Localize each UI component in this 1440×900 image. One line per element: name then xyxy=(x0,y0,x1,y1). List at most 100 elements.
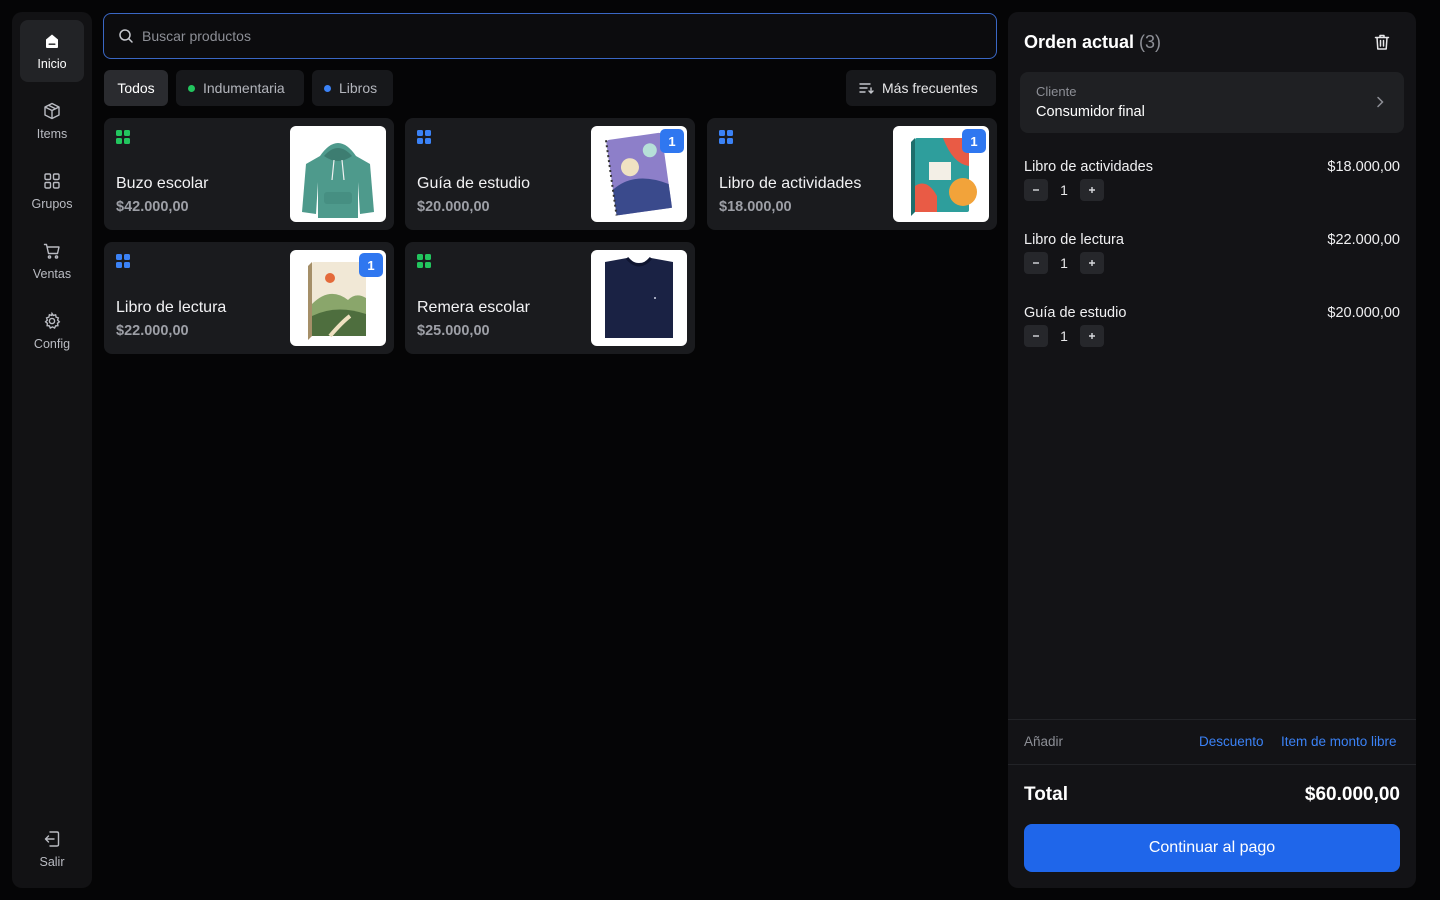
home-icon xyxy=(46,34,58,48)
nav-item-label: Grupos xyxy=(31,197,73,211)
sort-label: Más frecuentes xyxy=(882,80,978,96)
nav-item-label: Items xyxy=(36,127,68,141)
increment-button[interactable] xyxy=(1080,179,1104,201)
filter-libros[interactable]: Libros xyxy=(312,70,393,106)
line-price: $18.000,00 xyxy=(1327,159,1400,175)
cart-icon xyxy=(43,243,60,259)
product-image-notebook: 1 xyxy=(591,126,687,222)
product-image-hoodie xyxy=(290,126,386,222)
minus-icon xyxy=(1033,189,1039,191)
nav-item-label: Config xyxy=(33,337,71,351)
gear-icon xyxy=(44,311,61,329)
client-selector[interactable]: Cliente Consumidor final xyxy=(1020,72,1404,133)
filter-todos[interactable]: Todos xyxy=(104,70,168,106)
quantity-stepper: 1 xyxy=(1024,325,1104,347)
product-price: $20.000,00 xyxy=(417,199,490,215)
books-dot-icon xyxy=(324,84,331,92)
trash-icon[interactable] xyxy=(1372,32,1392,52)
client-label: Cliente xyxy=(1036,84,1077,99)
quantity-value: 1 xyxy=(1060,328,1068,344)
nav-item-config[interactable]: Config xyxy=(20,300,84,362)
filter-label: Todos xyxy=(117,80,155,96)
order-panel: Orden actual (3) Cliente Consumidor fina… xyxy=(1008,12,1416,888)
product-image-reading-book: 1 xyxy=(290,250,386,346)
nav-item-label: Salir xyxy=(39,855,65,869)
order-line: Libro de lectura $22.000,00 1 xyxy=(1024,232,1400,282)
line-name: Libro de lectura xyxy=(1024,232,1124,248)
increment-button[interactable] xyxy=(1080,252,1104,274)
nav-item-label: Ventas xyxy=(32,267,72,281)
plus-icon xyxy=(1089,333,1095,339)
product-price: $25.000,00 xyxy=(417,323,490,339)
nav-item-grupos[interactable]: Grupos xyxy=(20,160,84,222)
cart-qty-badge: 1 xyxy=(359,253,383,277)
line-name: Guía de estudio xyxy=(1024,305,1127,321)
nav-item-ventas[interactable]: Ventas xyxy=(20,230,84,292)
product-name: Libro de lectura xyxy=(116,299,227,316)
add-label: Añadir xyxy=(1024,734,1064,749)
sort-icon xyxy=(859,83,874,94)
product-card-guia-de-estudio[interactable]: Guía de estudio $20.000,00 1 xyxy=(405,118,695,230)
line-price: $22.000,00 xyxy=(1327,232,1400,248)
cart-qty-badge: 1 xyxy=(962,129,986,153)
grid-icon xyxy=(44,173,60,189)
logout-button[interactable]: Salir xyxy=(20,818,84,880)
product-image-activity-book: 1 xyxy=(893,126,989,222)
group-indicator-icon xyxy=(417,130,431,144)
product-name: Buzo escolar xyxy=(116,175,209,192)
group-indicator-icon xyxy=(719,130,733,144)
clothing-dot-icon xyxy=(188,84,195,92)
search-icon xyxy=(119,29,133,43)
product-price: $42.000,00 xyxy=(116,199,189,215)
product-image-tshirt xyxy=(591,250,687,346)
add-row: Añadir Descuento Item de monto libre xyxy=(1008,719,1416,765)
group-indicator-icon xyxy=(417,254,431,268)
sidebar: Inicio Items Grupos Ventas Config Salir xyxy=(12,12,92,888)
nav-item-label: Inicio xyxy=(37,57,67,71)
filter-label: Indumentaria xyxy=(203,80,285,96)
increment-button[interactable] xyxy=(1080,325,1104,347)
decrement-button[interactable] xyxy=(1024,252,1048,274)
order-title: Orden actual (3) xyxy=(1024,32,1161,53)
filter-indumentaria[interactable]: Indumentaria xyxy=(176,70,304,106)
group-indicator-icon xyxy=(116,254,130,268)
free-amount-item-link[interactable]: Item de monto libre xyxy=(1281,734,1397,749)
order-line: Guía de estudio $20.000,00 1 xyxy=(1024,305,1400,355)
chevron-right-icon xyxy=(1377,96,1384,108)
continue-to-payment-button[interactable]: Continuar al pago xyxy=(1024,824,1400,872)
group-indicator-icon xyxy=(116,130,130,144)
decrement-button[interactable] xyxy=(1024,325,1048,347)
product-name: Libro de actividades xyxy=(719,175,862,192)
quantity-value: 1 xyxy=(1060,182,1068,198)
product-card-libro-de-actividades[interactable]: Libro de actividades $18.000,00 1 xyxy=(707,118,997,230)
line-price: $20.000,00 xyxy=(1327,305,1400,321)
discount-link[interactable]: Descuento xyxy=(1199,734,1264,749)
minus-icon xyxy=(1033,335,1039,337)
plus-icon xyxy=(1089,187,1095,193)
search-bar xyxy=(103,13,997,59)
client-value: Consumidor final xyxy=(1036,104,1145,120)
cart-qty-badge: 1 xyxy=(660,129,684,153)
product-name: Guía de estudio xyxy=(417,175,530,192)
product-name: Remera escolar xyxy=(417,299,530,316)
order-title-text: Orden actual xyxy=(1024,32,1135,52)
nav-item-items[interactable]: Items xyxy=(20,90,84,152)
product-card-libro-de-lectura[interactable]: Libro de lectura $22.000,00 1 xyxy=(104,242,394,354)
quantity-value: 1 xyxy=(1060,255,1068,271)
sort-frequent-button[interactable]: Más frecuentes xyxy=(846,70,996,106)
product-price: $18.000,00 xyxy=(719,199,792,215)
search-input[interactable] xyxy=(142,28,962,44)
plus-icon xyxy=(1089,260,1095,266)
product-card-remera-escolar[interactable]: Remera escolar $25.000,00 xyxy=(405,242,695,354)
product-card-buzo-escolar[interactable]: Buzo escolar $42.000,00 xyxy=(104,118,394,230)
total-label: Total xyxy=(1024,784,1068,805)
quantity-stepper: 1 xyxy=(1024,179,1104,201)
nav-item-inicio[interactable]: Inicio xyxy=(20,20,84,82)
order-line: Libro de actividades $18.000,00 1 xyxy=(1024,159,1400,209)
filter-label: Libros xyxy=(339,80,378,96)
logout-icon xyxy=(44,831,60,847)
total-value: $60.000,00 xyxy=(1304,784,1400,805)
decrement-button[interactable] xyxy=(1024,179,1048,201)
box-icon xyxy=(44,102,60,120)
line-name: Libro de actividades xyxy=(1024,159,1153,175)
